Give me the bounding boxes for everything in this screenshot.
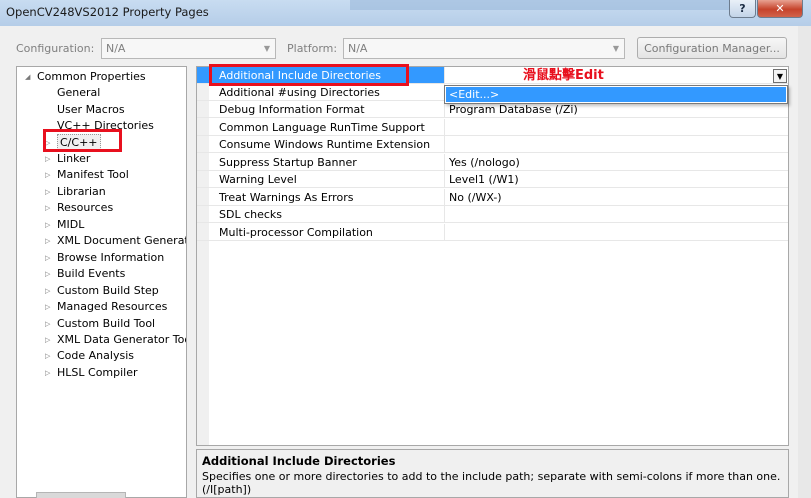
property-row-warning-level[interactable]: Warning Level Level1 (/W1) (197, 171, 788, 188)
dialog-body: Configuration: N/A ▼ Platform: N/A ▼ Con… (0, 26, 811, 498)
configuration-manager-button[interactable]: Configuration Manager... (637, 37, 787, 59)
property-value[interactable] (444, 67, 788, 84)
annotation-text: 滑鼠點擊Edit (523, 68, 604, 83)
highlight-box-cpp (43, 129, 122, 152)
background-window-ghost (350, 0, 730, 10)
collapsed-triangle-icon: ▷ (45, 155, 51, 163)
edit-dropdown-list: <Edit...> (444, 85, 788, 104)
highlight-box-include-directories (209, 64, 409, 86)
tree-root-label: Common Properties (37, 70, 146, 83)
edit-option[interactable]: <Edit...> (446, 87, 786, 102)
platform-label: Platform: (287, 42, 338, 55)
expanded-triangle-icon: ◢ (25, 73, 31, 81)
help-button[interactable]: ? (729, 0, 756, 18)
platform-value: N/A (348, 42, 368, 55)
description-switch: (/I[path]) (202, 483, 252, 496)
dropdown-arrow-button[interactable]: ▼ (773, 69, 787, 83)
chevron-down-icon: ▼ (612, 44, 620, 53)
collapsed-triangle-icon: ▷ (45, 204, 51, 212)
property-row-multi-processor-compilation[interactable]: Multi-processor Compilation (197, 224, 788, 241)
property-value[interactable] (444, 136, 788, 153)
property-name: Suppress Startup Banner (197, 154, 444, 171)
property-name: Additional #using Directories (197, 84, 444, 101)
collapsed-triangle-icon: ▷ (45, 336, 51, 344)
collapsed-triangle-icon: ▷ (45, 254, 51, 262)
tree-horizontal-scrollbar[interactable] (16, 492, 187, 498)
property-value[interactable] (444, 224, 788, 241)
description-text: Specifies one or more directories to add… (202, 470, 781, 483)
property-row-consume-windows-runtime-extension[interactable]: Consume Windows Runtime Extension (197, 136, 788, 153)
configuration-value: N/A (106, 42, 126, 55)
collapsed-triangle-icon: ▷ (45, 303, 51, 311)
property-name: Warning Level (197, 171, 444, 188)
property-name: Consume Windows Runtime Extension (197, 136, 444, 153)
configuration-label: Configuration: (16, 42, 95, 55)
property-row-treat-warnings-as-errors[interactable]: Treat Warnings As Errors No (/WX-) (197, 189, 788, 206)
property-value[interactable]: Yes (/nologo) (444, 154, 788, 171)
property-grid: Additional Include Directories ▼ Additio… (196, 66, 789, 446)
collapsed-triangle-icon: ▷ (45, 270, 51, 278)
description-panel: Additional Include Directories Specifies… (196, 449, 789, 498)
property-row-sdl-checks[interactable]: SDL checks (197, 206, 788, 223)
property-name: Debug Information Format (197, 101, 444, 118)
property-value[interactable] (444, 119, 788, 136)
window-title: OpenCV248VS2012 Property Pages (6, 5, 209, 19)
collapsed-triangle-icon: ▷ (45, 221, 51, 229)
title-bar: OpenCV248VS2012 Property Pages ? ✕ (0, 0, 811, 26)
property-name: Common Language RunTime Support (197, 119, 444, 136)
collapsed-triangle-icon: ▷ (45, 237, 51, 245)
description-title: Additional Include Directories (202, 454, 396, 468)
property-name: SDL checks (197, 206, 444, 223)
collapsed-triangle-icon: ▷ (45, 287, 51, 295)
property-row-clr-support[interactable]: Common Language RunTime Support (197, 119, 788, 136)
close-button[interactable]: ✕ (757, 0, 803, 18)
collapsed-triangle-icon: ▷ (45, 369, 51, 377)
collapsed-triangle-icon: ▷ (45, 188, 51, 196)
property-row-suppress-startup-banner[interactable]: Suppress Startup Banner Yes (/nologo) (197, 154, 788, 171)
property-name: Treat Warnings As Errors (197, 189, 444, 206)
collapsed-triangle-icon: ▷ (45, 352, 51, 360)
property-value[interactable]: No (/WX-) (444, 189, 788, 206)
chevron-down-icon: ▼ (263, 44, 271, 53)
dialog-right-edge (798, 26, 811, 498)
configuration-combo[interactable]: N/A ▼ (101, 38, 276, 59)
property-value[interactable] (444, 206, 788, 223)
collapsed-triangle-icon: ▷ (45, 171, 51, 179)
scrollbar-thumb[interactable] (36, 492, 126, 498)
property-value[interactable]: Level1 (/W1) (444, 171, 788, 188)
collapsed-triangle-icon: ▷ (45, 320, 51, 328)
property-name: Multi-processor Compilation (197, 224, 444, 241)
platform-combo[interactable]: N/A ▼ (343, 38, 625, 59)
